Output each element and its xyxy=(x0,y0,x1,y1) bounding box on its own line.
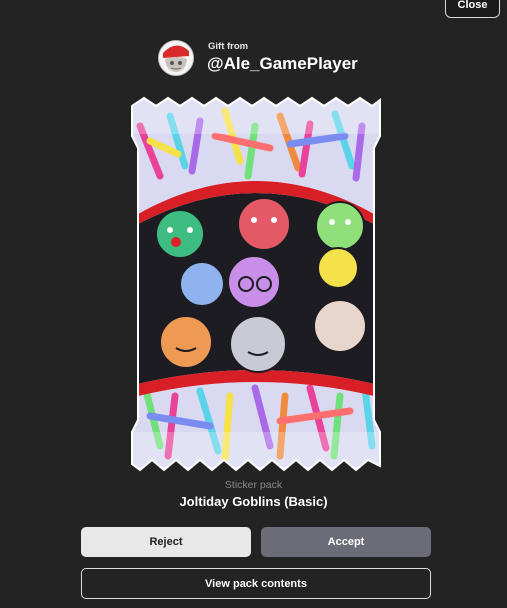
sender-username[interactable]: @Ale_GamePlayer xyxy=(207,54,358,74)
sender-avatar xyxy=(158,40,194,76)
view-pack-contents-button[interactable]: View pack contents xyxy=(81,568,431,599)
pack-type-label: Sticker pack xyxy=(224,479,283,491)
reject-button[interactable]: Reject xyxy=(81,527,251,557)
gift-from-label: Gift from xyxy=(208,41,249,52)
accept-button[interactable]: Accept xyxy=(261,527,431,557)
sticker-pack-image xyxy=(130,96,382,472)
pack-name: Joltiday Goblins (Basic) xyxy=(179,494,328,509)
close-button[interactable]: Close xyxy=(445,0,500,18)
